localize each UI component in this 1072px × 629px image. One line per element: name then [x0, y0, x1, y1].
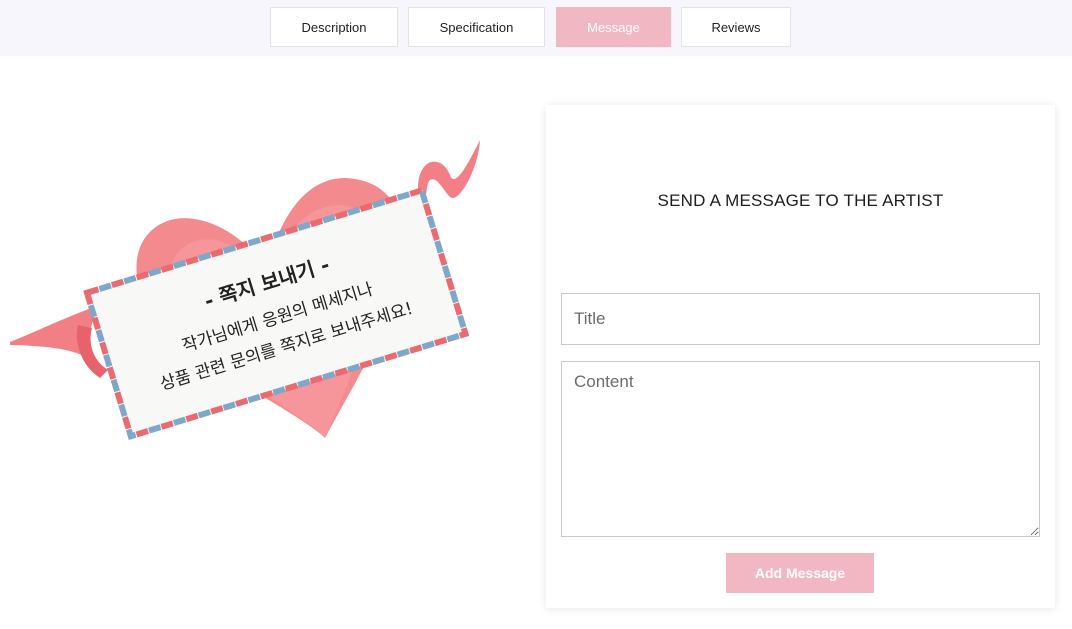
message-form-card: SEND A MESSAGE TO THE ARTIST Add Message — [546, 105, 1055, 608]
tab-specification[interactable]: Specification — [408, 7, 545, 47]
form-heading: SEND A MESSAGE TO THE ARTIST — [657, 191, 944, 210]
tab-bar: Description Specification Message Review… — [0, 0, 1072, 56]
content-textarea[interactable] — [561, 361, 1040, 537]
heart-envelope-image: - 쪽지 보내기 - 작가님에게 응원의 메세지나 상품 관련 문의를 쪽지로 … — [10, 140, 480, 440]
message-illustration: - 쪽지 보내기 - 작가님에게 응원의 메세지나 상품 관련 문의를 쪽지로 … — [0, 120, 500, 460]
tab-message[interactable]: Message — [556, 7, 671, 47]
title-input[interactable] — [561, 293, 1040, 345]
add-message-button[interactable]: Add Message — [726, 553, 874, 593]
tab-description[interactable]: Description — [270, 7, 398, 47]
tab-reviews[interactable]: Reviews — [681, 7, 791, 47]
